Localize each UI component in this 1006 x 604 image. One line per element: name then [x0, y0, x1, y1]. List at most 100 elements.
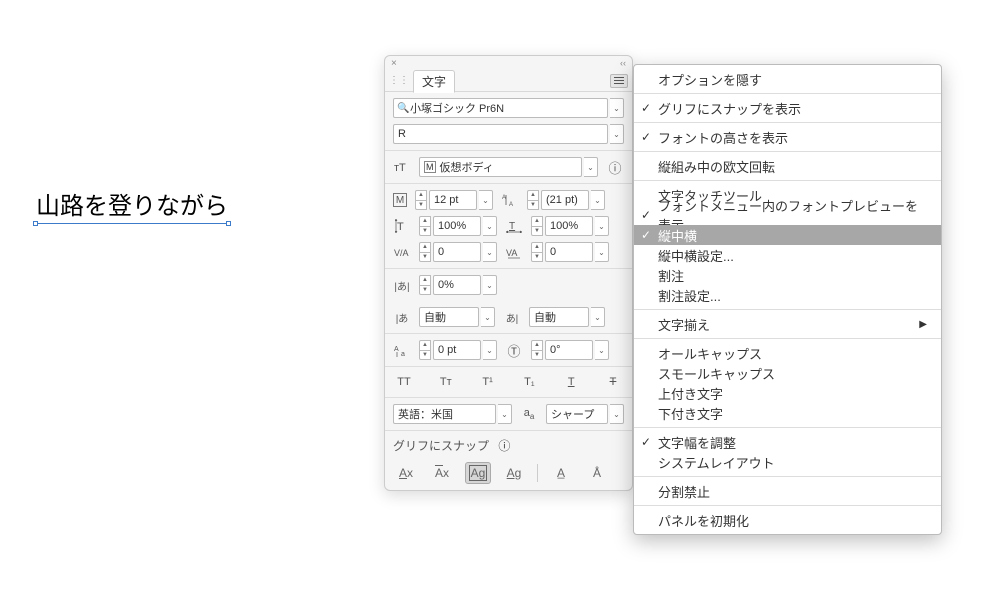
strikethrough-toggle[interactable]: T: [602, 373, 624, 391]
menu-item[interactable]: ✓ 縦中横: [634, 225, 941, 245]
em-box-select[interactable]: M仮想ボディ: [419, 157, 582, 177]
snap-em-toggle[interactable]: Ag: [501, 462, 527, 484]
menu-item[interactable]: ✓グリフにスナップを表示: [634, 98, 941, 118]
language-select[interactable]: 英語：米国: [393, 404, 496, 424]
rotation-dropdown-icon[interactable]: ⌄: [595, 340, 609, 360]
aki-left-select[interactable]: 自動: [419, 307, 479, 327]
selection-handle-left[interactable]: [33, 221, 38, 226]
menu-item[interactable]: オプションを隠す: [634, 69, 941, 89]
language-dropdown-icon[interactable]: ⌄: [498, 404, 512, 424]
vscale-stepper[interactable]: ▲▼: [419, 216, 431, 236]
size-stepper[interactable]: ▲▼: [415, 190, 427, 210]
snap-info-icon[interactable]: ⓘ: [498, 439, 510, 453]
panel-menu-icon[interactable]: [610, 74, 628, 88]
menu-item[interactable]: 縦組み中の欧文回転: [634, 156, 941, 176]
snap-label: グリフにスナップ: [393, 439, 489, 453]
kerning-input[interactable]: 0: [433, 242, 481, 262]
baseline-stepper[interactable]: ▲▼: [419, 340, 431, 360]
small-caps-toggle[interactable]: Tᴛ: [435, 373, 457, 391]
aki-right-select[interactable]: 自動: [529, 307, 589, 327]
leading-icon: AA: [501, 193, 519, 207]
menu-item[interactable]: 縦中横設定...: [634, 245, 941, 265]
menu-item[interactable]: スモールキャップス: [634, 363, 941, 383]
menu-separator: [634, 338, 941, 339]
leading-input[interactable]: (21 pt): [541, 190, 589, 210]
menu-item-label: 割注設定...: [658, 286, 721, 305]
separator: [537, 464, 538, 482]
baseline-dropdown-icon[interactable]: ⌄: [483, 340, 497, 360]
kerning-stepper[interactable]: ▲▼: [419, 242, 431, 262]
leading-dropdown-icon[interactable]: ⌄: [591, 190, 605, 210]
svg-text:a: a: [401, 351, 405, 357]
check-icon: ✓: [641, 228, 651, 242]
snap-anchor-toggle[interactable]: Å: [584, 462, 610, 484]
menu-separator: [634, 151, 941, 152]
snap-angular-toggle[interactable]: A̲: [548, 462, 574, 484]
kerning-dropdown-icon[interactable]: ⌄: [483, 242, 497, 262]
menu-item[interactable]: 分割禁止: [634, 481, 941, 501]
baseline-shift-input[interactable]: 0 pt: [433, 340, 481, 360]
svg-text:T: T: [397, 221, 404, 233]
info-icon[interactable]: ⓘ: [606, 158, 624, 177]
leading-stepper[interactable]: ▲▼: [527, 190, 539, 210]
snap-baseline-toggle[interactable]: Ax: [393, 462, 419, 484]
superscript-toggle[interactable]: T¹: [477, 373, 499, 391]
antialias-select[interactable]: シャープ: [546, 404, 608, 424]
menu-item[interactable]: 割注設定...: [634, 285, 941, 305]
tracking-dropdown-icon[interactable]: ⌄: [595, 242, 609, 262]
vertical-scale-input[interactable]: 100%: [433, 216, 481, 236]
canvas-selected-text[interactable]: 山路を登りながら: [36, 186, 228, 221]
font-style-dropdown-icon[interactable]: ⌄: [610, 124, 624, 144]
font-style-input[interactable]: R: [393, 124, 608, 144]
menu-item[interactable]: 上付き文字: [634, 383, 941, 403]
snap-glyph-bounds-toggle[interactable]: Ag: [465, 462, 491, 484]
menu-item-label: 上付き文字: [658, 384, 723, 403]
menu-item[interactable]: オールキャップス: [634, 343, 941, 363]
em-box-dropdown-icon[interactable]: ⌄: [584, 157, 598, 177]
tracking-icon: VA: [505, 245, 523, 259]
menu-item[interactable]: パネルを初期化: [634, 510, 941, 530]
menu-item[interactable]: 下付き文字: [634, 403, 941, 423]
tsume-dropdown-icon[interactable]: ⌄: [483, 275, 497, 295]
menu-item-label: グリフにスナップを表示: [658, 99, 801, 118]
tab-character[interactable]: 文字: [413, 70, 455, 93]
snap-section: グリフにスナップ ⓘ: [385, 431, 632, 456]
aki-left-dropdown-icon[interactable]: ⌄: [481, 307, 495, 327]
panel-flyout-menu: オプションを隠す✓グリフにスナップを表示✓フォントの高さを表示縦組み中の欧文回転…: [633, 64, 942, 535]
font-family-input[interactable]: 小塚ゴシック Pr6N: [393, 98, 608, 118]
aki-right-dropdown-icon[interactable]: ⌄: [591, 307, 605, 327]
menu-item[interactable]: 文字揃え▶: [634, 314, 941, 334]
svg-text:VA: VA: [506, 248, 517, 258]
menu-item[interactable]: 割注: [634, 265, 941, 285]
snap-xheight-toggle[interactable]: Ax: [429, 462, 455, 484]
font-size-input[interactable]: 12 pt: [429, 190, 477, 210]
menu-item[interactable]: ✓文字幅を調整: [634, 432, 941, 452]
rotation-stepper[interactable]: ▲▼: [531, 340, 543, 360]
tracking-input[interactable]: 0: [545, 242, 593, 262]
tsume-input[interactable]: 0%: [433, 275, 481, 295]
vscale-dropdown-icon[interactable]: ⌄: [483, 216, 497, 236]
all-caps-toggle[interactable]: TT: [393, 373, 415, 391]
character-panel: × ‹‹ ⋮⋮ 文字 🔍 小塚ゴシック Pr6N ⌄ R ⌄ ᴛT M仮想ボディ…: [384, 55, 633, 491]
horizontal-scale-input[interactable]: 100%: [545, 216, 593, 236]
hscale-stepper[interactable]: ▲▼: [531, 216, 543, 236]
selection-handle-right[interactable]: [226, 221, 231, 226]
collapse-icon[interactable]: ‹‹: [620, 58, 626, 68]
font-size-dropdown-icon[interactable]: ⌄: [479, 190, 493, 210]
tracking-stepper[interactable]: ▲▼: [531, 242, 543, 262]
menu-item-label: 文字幅を調整: [658, 433, 736, 452]
menu-item[interactable]: ✓フォントメニュー内のフォントプレビューを表示: [634, 205, 941, 225]
menu-item-label: 縦中横: [658, 226, 697, 245]
rotation-input[interactable]: 0°: [545, 340, 593, 360]
underline-toggle[interactable]: T: [560, 373, 582, 391]
menu-item-label: フォントの高さを表示: [658, 128, 788, 147]
subscript-toggle[interactable]: T₁: [518, 373, 540, 391]
grip-icon[interactable]: ⋮⋮: [389, 75, 409, 86]
close-icon[interactable]: ×: [391, 58, 397, 69]
antialias-dropdown-icon[interactable]: ⌄: [610, 404, 624, 424]
tsume-stepper[interactable]: ▲▼: [419, 275, 431, 295]
menu-item[interactable]: ✓フォントの高さを表示: [634, 127, 941, 147]
hscale-dropdown-icon[interactable]: ⌄: [595, 216, 609, 236]
font-family-dropdown-icon[interactable]: ⌄: [610, 98, 624, 118]
menu-item[interactable]: システムレイアウト: [634, 452, 941, 472]
